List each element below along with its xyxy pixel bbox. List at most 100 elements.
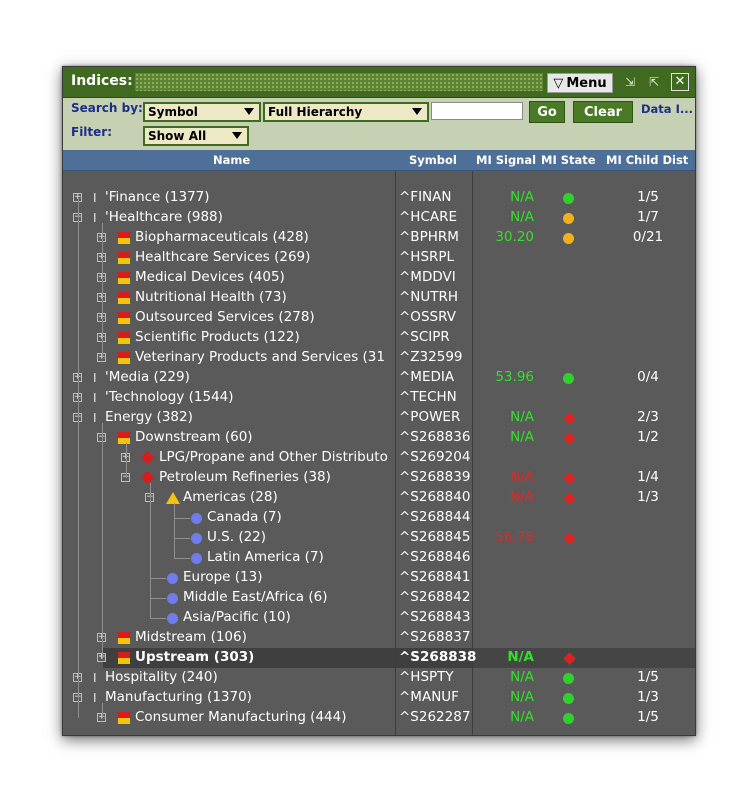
table-row[interactable]: +Midstream (106)^S268837 (63, 628, 695, 648)
row-symbol: ^S268839 (399, 469, 471, 485)
column-mi-child-dist[interactable]: MI Child Dist (606, 153, 688, 167)
table-row[interactable]: Canada (7) ^S268844 (63, 508, 695, 528)
table-row[interactable]: +Biopharmaceuticals (428)^BPHRM30.200/21 (63, 228, 695, 248)
name-cell: Outsourced Services (278) (63, 308, 396, 328)
tree-connector (150, 598, 166, 599)
row-symbol: ^S268837 (399, 629, 471, 645)
column-mi-state[interactable]: MI State (541, 153, 596, 167)
row-name: 'Media (229) (105, 369, 190, 385)
table-row[interactable]: −Downstream (60)^S268836N/A1/2 (63, 428, 695, 448)
mi-child-dist-value: 2/3 (637, 409, 659, 425)
table-row[interactable]: +Outsourced Services (278)^OSSRV (63, 308, 695, 328)
table-row[interactable]: −IEnergy (382)^POWERN/A2/3 (63, 408, 695, 428)
row-symbol: ^S268844 (399, 509, 471, 525)
name-cell: Consumer Manufacturing (444) (63, 708, 396, 728)
table-row[interactable]: +Upstream (303)^S268838N/A (63, 648, 695, 668)
window-title: Indices: (71, 73, 133, 89)
tree-connector (174, 518, 190, 519)
mi-child-dist-value: 1/2 (637, 429, 659, 445)
search-input[interactable] (431, 102, 523, 120)
row-name: 'Technology (1544) (105, 389, 234, 405)
mi-state-red-icon (563, 412, 576, 425)
mi-signal-value: N/A (510, 209, 534, 225)
name-cell: 'Media (229) (63, 368, 396, 388)
table-row[interactable]: +Nutritional Health (73)^NUTRH (63, 288, 695, 308)
name-cell: Upstream (303) (63, 648, 396, 668)
mi-state-yellow-icon (563, 233, 574, 244)
mi-child-dist-value: 1/5 (637, 189, 659, 205)
mi-state-yellow-icon (563, 213, 574, 224)
table-row[interactable]: +Veterinary Products and Services (31^Z3… (63, 348, 695, 368)
title-bar-drag-area[interactable] (135, 73, 543, 91)
mi-child-dist-value: 1/7 (637, 209, 659, 225)
table-row[interactable]: −Americas (28)^S268840N/A1/3 (63, 488, 695, 508)
row-symbol: ^MANUF (399, 689, 459, 705)
row-name: Asia/Pacific (10) (183, 609, 291, 625)
mi-state-green-icon (563, 673, 574, 684)
row-name: Europe (13) (183, 569, 263, 585)
menu-triangle-icon: ▽ (553, 75, 564, 91)
row-name: Nutritional Health (73) (135, 289, 287, 305)
mi-state-red-icon (563, 472, 576, 485)
filter-value: Show All (148, 129, 207, 143)
mi-signal-value: N/A (510, 189, 534, 205)
name-cell: U.S. (22) (63, 528, 396, 548)
table-row[interactable]: U.S. (22) ^S268845 56.78 (63, 528, 695, 548)
table-row[interactable]: +I'Media (229)^MEDIA53.960/4 (63, 368, 695, 388)
row-symbol: ^MDDVI (399, 269, 456, 285)
close-icon[interactable]: ✕ (671, 73, 689, 91)
row-name: Consumer Manufacturing (444) (135, 709, 347, 725)
row-name: 'Healthcare (988) (105, 209, 223, 225)
name-cell: 'Technology (1544) (63, 388, 396, 408)
table-row[interactable]: −I'Healthcare (988)^HCAREN/A1/7 (63, 208, 695, 228)
table-row[interactable]: + I 'Finance (1377) ^FINAN N/A 1/5 (63, 188, 695, 208)
tree-connector (102, 703, 103, 718)
mi-signal-value: 53.96 (495, 369, 534, 385)
column-symbol[interactable]: Symbol (409, 153, 457, 167)
table-row[interactable]: +Medical Devices (405)^MDDVI (63, 268, 695, 288)
name-cell: Asia/Pacific (10) (63, 608, 396, 628)
filter-select[interactable]: Show All (143, 126, 249, 146)
row-name: Petroleum Refineries (38) (159, 469, 331, 485)
name-cell: Hospitality (240) (63, 668, 396, 688)
row-symbol: ^S268840 (399, 489, 471, 505)
name-cell: Veterinary Products and Services (31 (63, 348, 396, 368)
table-row[interactable]: +I'Technology (1544)^TECHN (63, 388, 695, 408)
chevron-down-icon (232, 132, 242, 139)
table-row[interactable]: +LPG/Propane and Other Distributo^S26920… (63, 448, 695, 468)
go-button[interactable]: Go (529, 101, 565, 123)
row-symbol: ^Z32599 (399, 349, 463, 365)
name-cell: Middle East/Africa (6) (63, 588, 396, 608)
row-name: Medical Devices (405) (135, 269, 285, 285)
mi-signal-value: N/A (510, 689, 534, 705)
mi-signal-value: N/A (510, 709, 534, 725)
table-row[interactable]: −Petroleum Refineries (38)^S268839N/A1/4 (63, 468, 695, 488)
dock-icon[interactable]: ⇲ (621, 73, 639, 91)
search-by-label: Search by: (71, 101, 143, 115)
mi-signal-value: 56.78 (495, 529, 534, 545)
table-row[interactable]: +Healthcare Services (269)^HSRPL (63, 248, 695, 268)
row-symbol: ^HCARE (399, 209, 458, 225)
table-row[interactable]: +Consumer Manufacturing (444)^S262287N/A… (63, 708, 695, 728)
search-field-select[interactable]: Symbol (143, 102, 261, 122)
column-name[interactable]: Name (213, 153, 250, 167)
column-mi-signal[interactable]: MI Signal (476, 153, 536, 167)
row-symbol: ^NUTRH (399, 289, 459, 305)
mi-state-green-icon (563, 713, 574, 724)
data-link[interactable]: Data I... (641, 102, 693, 116)
menu-button[interactable]: ▽ Menu (547, 73, 613, 93)
name-cell: Europe (13) (63, 568, 396, 588)
title-bar: Indices: ▽ Menu ⇲ ⇱ ✕ (63, 67, 695, 98)
mi-state-green-icon (563, 193, 574, 204)
mi-child-dist-value: 0/4 (637, 369, 659, 385)
mi-state-red-icon (563, 432, 576, 445)
clear-button[interactable]: Clear (573, 101, 633, 123)
table-row[interactable]: −IManufacturing (1370)^MANUFN/A1/3 (63, 688, 695, 708)
table-row[interactable]: +Scientific Products (122)^SCIPR (63, 328, 695, 348)
name-cell: Manufacturing (1370) (63, 688, 396, 708)
undock-icon[interactable]: ⇱ (645, 73, 663, 91)
filter-label: Filter: (71, 125, 113, 139)
table-row[interactable]: Latin America (7) ^S268846 (63, 548, 695, 568)
table-row[interactable]: +IHospitality (240)^HSPTYN/A1/5 (63, 668, 695, 688)
hierarchy-select[interactable]: Full Hierarchy (263, 102, 429, 122)
